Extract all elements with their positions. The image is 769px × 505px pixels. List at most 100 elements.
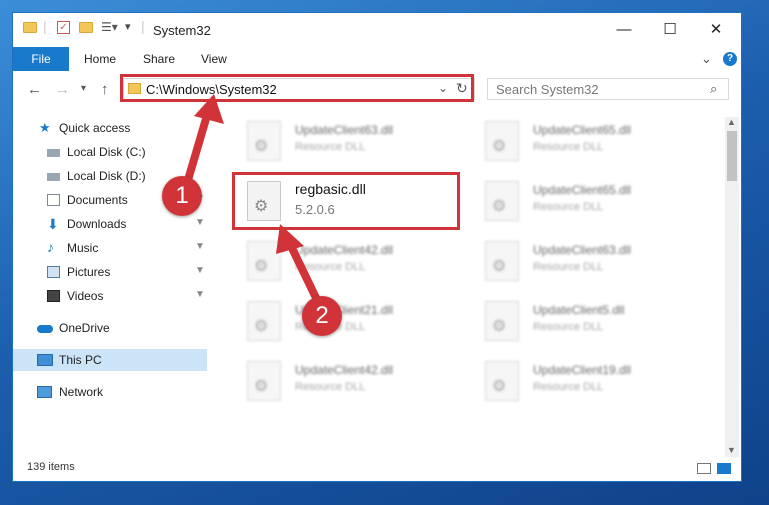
pin-icon[interactable]: ▼: [195, 265, 205, 276]
step-1-badge: 1: [162, 176, 202, 216]
sidebar-item-music[interactable]: ♪ Music ▼: [13, 237, 207, 259]
music-icon: ♪: [47, 239, 54, 255]
sidebar-item-label: Local Disk (C:): [67, 145, 146, 159]
navigation-pane: ★ Quick access Local Disk (C:) Local Dis…: [13, 113, 211, 453]
documents-icon: [47, 194, 60, 206]
download-icon: ⬇: [47, 216, 59, 232]
sidebar-item-videos[interactable]: Videos ▼: [13, 285, 207, 307]
tab-share[interactable]: Share: [143, 47, 175, 71]
separator: |: [43, 18, 47, 34]
file-name: UpdateClient19.dll: [533, 363, 632, 377]
maximize-button[interactable]: ☐: [647, 13, 693, 47]
list-item[interactable]: ⚙ UpdateClient65.dll Resource DLL: [475, 175, 695, 227]
vertical-scrollbar[interactable]: ▲ ▼: [725, 117, 739, 457]
file-list: ⚙ UpdateClient63.dll Resource DLL ⚙ Upda…: [225, 113, 725, 453]
sidebar-item-label: Network: [59, 385, 104, 399]
sidebar-item-label: Downloads: [67, 217, 127, 231]
sidebar-item-this-pc[interactable]: This PC: [13, 349, 207, 371]
title-bar: | ✓ ☰▾ ▾ | System32 — ☐ ✕: [13, 13, 741, 47]
file-type: Resource DLL: [533, 261, 604, 273]
videos-icon: [47, 290, 60, 302]
list-item[interactable]: ⚙ UpdateClient65.dll Resource DLL: [475, 115, 695, 167]
dll-file-icon: ⚙: [485, 361, 519, 401]
cloud-icon: [37, 325, 53, 333]
tab-view[interactable]: View: [201, 47, 227, 71]
list-item[interactable]: ⚙ UpdateClient63.dll Resource DLL: [237, 115, 457, 167]
properties-icon[interactable]: ✓: [57, 21, 70, 34]
folder-icon: [23, 22, 37, 33]
sidebar-item-quick-access[interactable]: ★ Quick access: [13, 117, 207, 139]
dll-file-icon: ⚙: [247, 301, 281, 341]
large-icons-view-icon[interactable]: [717, 463, 731, 474]
scroll-down-icon[interactable]: ▼: [727, 445, 736, 455]
dll-file-icon: ⚙: [247, 361, 281, 401]
list-item[interactable]: ⚙ UpdateClient21.dll Resource DLL: [237, 295, 457, 347]
recent-locations-icon[interactable]: ▾: [81, 83, 86, 94]
pin-icon[interactable]: ▼: [195, 289, 205, 300]
sidebar-item-local-disk-c[interactable]: Local Disk (C:): [13, 141, 207, 163]
sidebar-item-pictures[interactable]: Pictures ▼: [13, 261, 207, 283]
network-icon: [37, 386, 52, 398]
pin-icon[interactable]: ▼: [195, 217, 205, 228]
address-bar-highlight: [120, 74, 474, 102]
list-item[interactable]: ⚙ UpdateClient63.dll Resource DLL: [475, 235, 695, 287]
file-name: UpdateClient42.dll: [295, 363, 394, 377]
up-arrow-icon[interactable]: ↑: [101, 81, 109, 98]
scroll-thumb[interactable]: [727, 131, 737, 181]
computer-icon: [37, 354, 53, 366]
drive-icon: [47, 149, 60, 157]
status-bar: 139 items: [13, 457, 741, 481]
dll-file-icon: ⚙: [247, 121, 281, 161]
sidebar-item-network[interactable]: Network: [13, 381, 207, 403]
file-type: Resource DLL: [295, 141, 366, 153]
sidebar-item-label: This PC: [59, 353, 102, 367]
star-icon: ★: [39, 120, 51, 135]
search-icon[interactable]: ⌕: [710, 81, 717, 97]
file-type: Resource DLL: [533, 381, 604, 393]
back-arrow-icon[interactable]: ←: [27, 81, 42, 98]
pictures-icon: [47, 266, 60, 278]
file-name: UpdateClient63.dll: [295, 123, 394, 137]
file-name: UpdateClient65.dll: [533, 123, 632, 137]
sidebar-item-label: Videos: [67, 289, 104, 303]
list-item[interactable]: ⚙ UpdateClient42.dll Resource DLL: [237, 355, 457, 407]
expand-ribbon-icon[interactable]: ⌄: [701, 47, 712, 71]
file-type: Resource DLL: [533, 141, 604, 153]
close-button[interactable]: ✕: [693, 13, 739, 47]
dll-file-icon: ⚙: [485, 241, 519, 281]
forward-arrow-icon[interactable]: →: [55, 81, 70, 98]
sidebar-item-label: Local Disk (D:): [67, 169, 146, 183]
search-placeholder: Search System32: [496, 82, 599, 97]
file-type: Resource DLL: [533, 201, 604, 213]
drive-icon: [47, 173, 60, 181]
file-name: UpdateClient42.dll: [295, 243, 394, 257]
minimize-button[interactable]: —: [601, 13, 647, 47]
file-type: Resource DLL: [295, 381, 366, 393]
customize-qat-icon[interactable]: ☰▾: [101, 20, 118, 34]
list-item[interactable]: ⚙ UpdateClient19.dll Resource DLL: [475, 355, 695, 407]
ribbon-tabs: File Home Share View ⌄ ?: [13, 47, 741, 71]
scroll-up-icon[interactable]: ▲: [727, 117, 736, 127]
new-folder-icon[interactable]: [79, 22, 93, 33]
details-view-icon[interactable]: [697, 463, 711, 474]
file-name: UpdateClient65.dll: [533, 183, 632, 197]
file-type: Resource DLL: [533, 321, 604, 333]
separator: |: [141, 18, 145, 34]
sidebar-item-downloads[interactable]: ⬇ Downloads ▼: [13, 213, 207, 235]
list-item[interactable]: ⚙ UpdateClient5.dll Resource DLL: [475, 295, 695, 347]
window-title: System32: [153, 23, 211, 38]
step-2-badge: 2: [302, 296, 342, 336]
dll-file-icon: ⚙: [485, 121, 519, 161]
sidebar-item-onedrive[interactable]: OneDrive: [13, 317, 207, 339]
file-name: UpdateClient63.dll: [533, 243, 632, 257]
file-highlight: [232, 172, 460, 230]
help-icon[interactable]: ?: [723, 52, 737, 66]
tab-file[interactable]: File: [13, 47, 69, 71]
search-input[interactable]: Search System32 ⌕: [487, 78, 729, 100]
sidebar-item-label: Pictures: [67, 265, 111, 279]
chevron-down-icon[interactable]: ▾: [125, 20, 131, 33]
pin-icon[interactable]: ▼: [195, 241, 205, 252]
list-item[interactable]: ⚙ UpdateClient42.dll Resource DLL: [237, 235, 457, 287]
sidebar-item-label: Music: [67, 241, 99, 255]
tab-home[interactable]: Home: [84, 47, 116, 71]
